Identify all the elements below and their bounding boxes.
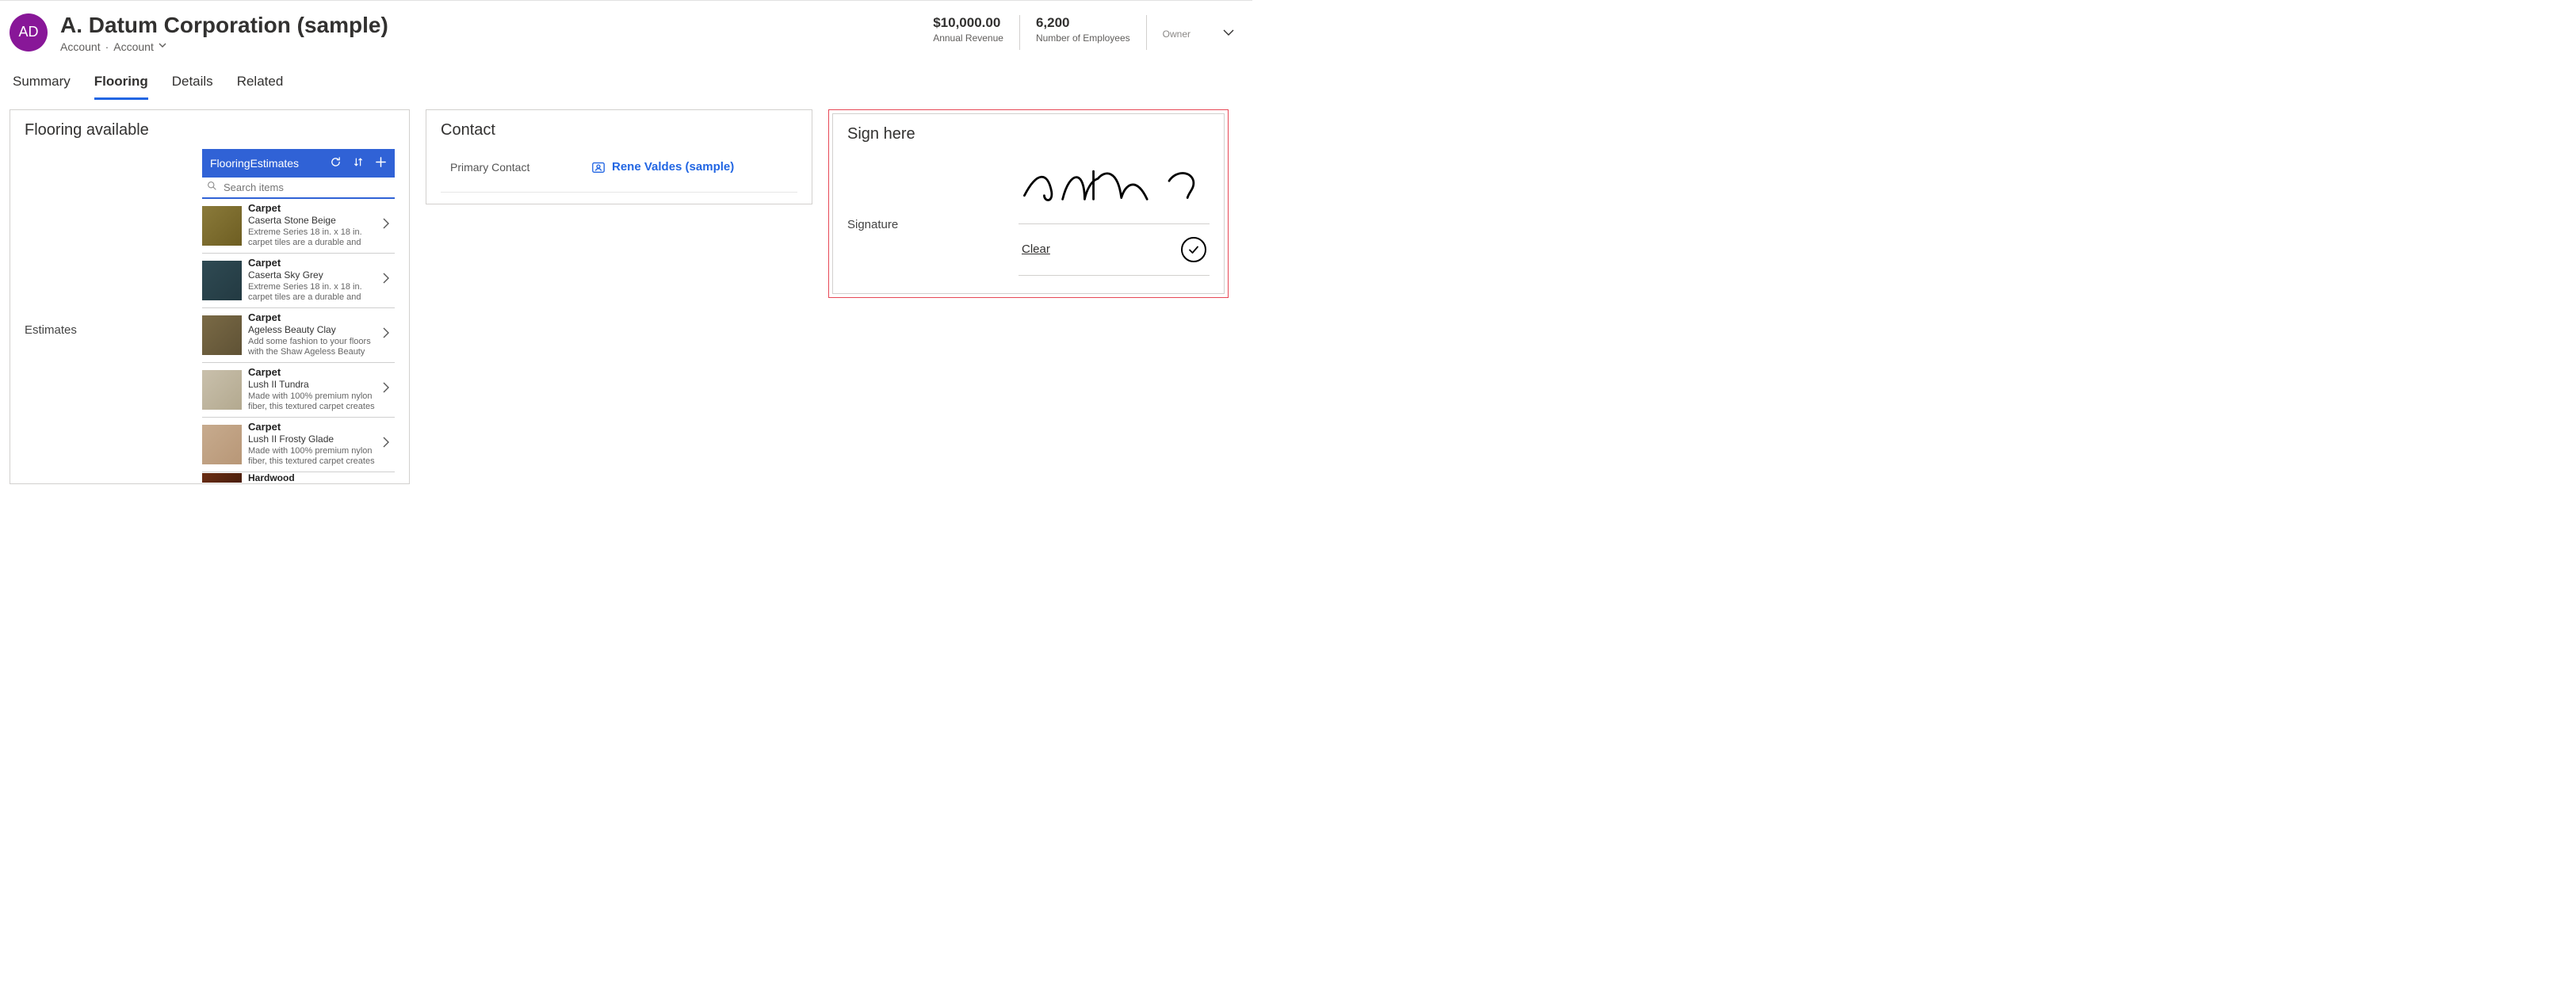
swatch-image (202, 473, 242, 483)
item-category: Carpet (248, 421, 377, 433)
sign-here-highlight: Sign here Signature Clear (828, 109, 1229, 298)
item-description: Made with 100% premium nylon fiber, this… (248, 391, 377, 414)
item-name: Lush II Frosty Glade (248, 433, 377, 445)
estimate-item[interactable]: Carpet Lush II Frosty Glade Made with 10… (202, 418, 395, 472)
estimates-list: Carpet Caserta Stone Beige Extreme Serie… (202, 199, 395, 483)
contact-card-icon (591, 160, 606, 174)
form-selector-label: Account (113, 40, 154, 53)
sort-icon[interactable] (353, 156, 364, 170)
record-subtitle[interactable]: Account · Account (60, 40, 917, 53)
chevron-right-icon[interactable] (377, 381, 395, 398)
item-description: Add some fashion to your floors with the… (248, 337, 377, 359)
clear-signature-link[interactable]: Clear (1022, 242, 1050, 256)
estimate-item[interactable]: Carpet Ageless Beauty Clay Add some fash… (202, 308, 395, 363)
item-category: Carpet (248, 257, 377, 269)
item-description: Made with 100% premium nylon fiber, this… (248, 446, 377, 468)
flooring-section: Flooring available Estimates FlooringEst… (10, 109, 410, 484)
item-name: Caserta Stone Beige (248, 215, 377, 226)
chevron-down-icon[interactable] (159, 41, 166, 52)
search-icon (207, 181, 217, 193)
item-description: Extreme Series 18 in. x 18 in. carpet ti… (248, 227, 377, 250)
tab-flooring[interactable]: Flooring (94, 69, 148, 100)
estimates-search-input[interactable] (222, 181, 390, 194)
item-category: Carpet (248, 311, 377, 323)
confirm-signature-button[interactable] (1181, 237, 1206, 262)
contact-section: Contact Primary Contact Rene Valdes (sam… (426, 109, 812, 204)
chevron-right-icon[interactable] (377, 272, 395, 288)
estimates-gallery-header: FlooringEstimates (202, 149, 395, 178)
employees-label: Number of Employees (1036, 32, 1130, 44)
estimate-item-peek[interactable]: Hardwood (202, 472, 395, 483)
owner-label: Owner (1163, 29, 1191, 40)
primary-contact-value[interactable]: Rene Valdes (sample) (591, 160, 734, 174)
header-stats: $10,000.00 Annual Revenue 6,200 Number o… (917, 15, 1206, 50)
item-name: Caserta Sky Grey (248, 269, 377, 281)
tab-details[interactable]: Details (172, 69, 213, 100)
tab-related[interactable]: Related (237, 69, 284, 100)
swatch-image (202, 425, 242, 464)
swatch-image (202, 261, 242, 300)
estimates-search[interactable] (202, 178, 395, 199)
estimate-item[interactable]: Carpet Caserta Stone Beige Extreme Serie… (202, 199, 395, 254)
flooring-section-title: Flooring available (25, 121, 395, 139)
checkmark-icon (1187, 243, 1200, 256)
item-category: Carpet (248, 366, 377, 378)
sign-here-title: Sign here (847, 125, 1210, 143)
add-icon[interactable] (375, 156, 387, 170)
form-tabs: Summary Flooring Details Related (10, 58, 1243, 100)
signature-label: Signature (847, 153, 1006, 231)
estimates-gallery-title: FlooringEstimates (210, 157, 330, 170)
swatch-image (202, 315, 242, 355)
item-name: Ageless Beauty Clay (248, 324, 377, 335)
tab-summary[interactable]: Summary (13, 69, 71, 100)
primary-contact-label: Primary Contact (441, 161, 591, 174)
record-avatar: AD (10, 13, 48, 52)
record-title: A. Datum Corporation (sample) (60, 12, 917, 39)
subtitle-separator: · (105, 40, 109, 53)
contact-section-title: Contact (441, 121, 797, 139)
item-name: Lush II Tundra (248, 379, 377, 390)
entity-label: Account (60, 40, 101, 53)
item-description: Extreme Series 18 in. x 18 in. carpet ti… (248, 282, 377, 304)
sign-here-section: Sign here Signature Clear (832, 113, 1225, 294)
signature-canvas[interactable] (1019, 153, 1210, 224)
annual-revenue-label: Annual Revenue (933, 32, 1003, 44)
item-category: Hardwood (248, 472, 395, 483)
chevron-right-icon[interactable] (377, 436, 395, 452)
refresh-icon[interactable] (330, 156, 342, 170)
swatch-image (202, 370, 242, 410)
item-category: Carpet (248, 202, 377, 214)
record-header: AD A. Datum Corporation (sample) Account… (10, 1, 1243, 58)
primary-contact-link[interactable]: Rene Valdes (sample) (612, 160, 734, 174)
employees-value: 6,200 (1036, 15, 1130, 31)
swatch-image (202, 206, 242, 246)
expand-header-button[interactable] (1214, 18, 1243, 47)
annual-revenue-value: $10,000.00 (933, 15, 1003, 31)
estimates-label: Estimates (25, 149, 202, 483)
estimate-item[interactable]: Carpet Caserta Sky Grey Extreme Series 1… (202, 254, 395, 308)
chevron-right-icon[interactable] (377, 217, 395, 234)
chevron-right-icon[interactable] (377, 326, 395, 343)
estimate-item[interactable]: Carpet Lush II Tundra Made with 100% pre… (202, 363, 395, 418)
